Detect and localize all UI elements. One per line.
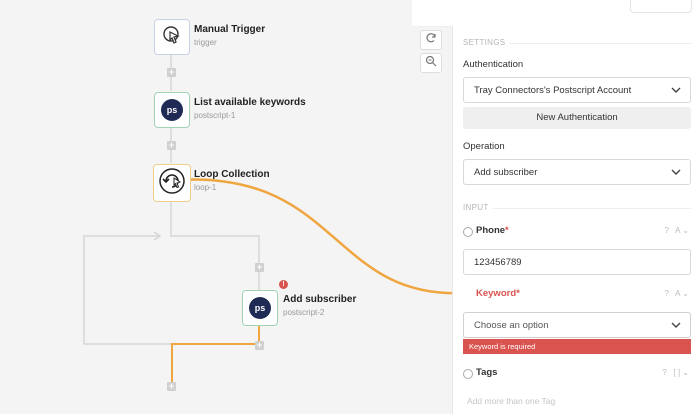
step-title: List available keywords: [194, 97, 306, 108]
phone-field-tools[interactable]: ? A ⌄: [664, 226, 689, 235]
keyword-error: Keyword is required: [463, 339, 691, 354]
add-step-plus[interactable]: +: [167, 382, 176, 391]
type-selector[interactable]: A: [675, 226, 680, 235]
authentication-label: Authentication: [463, 59, 524, 70]
chevron-down-icon: ⌄: [682, 226, 689, 235]
step-subtitle: postscript-1: [194, 111, 236, 120]
keyword-field-tools[interactable]: ? A ⌄: [664, 289, 689, 298]
step-subtitle: postscript-2: [283, 308, 325, 317]
workflow-canvas[interactable]: Manual Trigger trigger + ps List availab…: [0, 0, 471, 414]
operation-select[interactable]: Add subscriber: [463, 159, 691, 185]
required-marker: *: [505, 225, 509, 236]
type-selector[interactable]: A: [675, 289, 680, 298]
keyword-label: Keyword*: [476, 288, 520, 299]
chevron-down-icon: [670, 318, 682, 337]
phone-input[interactable]: 123456789: [463, 249, 691, 275]
type-selector[interactable]: [ ]: [673, 368, 680, 377]
step-manual-trigger[interactable]: [154, 19, 190, 55]
phone-value: 123456789: [474, 257, 522, 268]
step-title: Manual Trigger: [194, 24, 266, 35]
input-heading: INPUT: [463, 203, 489, 212]
phone-radio[interactable]: [463, 227, 473, 237]
keyword-select[interactable]: Choose an option: [463, 312, 691, 338]
chevron-down-icon: ⌄: [682, 289, 689, 298]
authentication-select[interactable]: Tray Connectors's Postscript Account: [463, 77, 691, 103]
phone-label-text: Phone: [476, 225, 506, 236]
required-marker: *: [516, 288, 520, 299]
add-step-plus[interactable]: +: [167, 68, 176, 77]
add-step-plus[interactable]: +: [255, 341, 264, 350]
step-loop-collection[interactable]: [153, 164, 191, 202]
tags-label: Tags: [476, 367, 498, 378]
step-title: Loop Collection: [194, 169, 270, 180]
phone-label: Phone*: [476, 225, 509, 236]
tags-hint: Add more than one Tag: [467, 396, 556, 406]
help-icon: ?: [664, 289, 669, 298]
step-subtitle: trigger: [194, 38, 217, 47]
top-control[interactable]: [630, 0, 692, 13]
zoom-button[interactable]: [420, 53, 442, 73]
zoom-icon: [425, 54, 437, 72]
top-bar: [412, 0, 700, 27]
refresh-icon: [425, 31, 437, 49]
postscript-logo-icon: ps: [249, 297, 271, 319]
tags-radio[interactable]: [463, 369, 473, 379]
help-icon: ?: [662, 368, 667, 377]
chevron-down-icon: ⌄: [682, 368, 689, 377]
step-add-subscriber[interactable]: ps: [242, 290, 278, 326]
operation-value: Add subscriber: [474, 167, 538, 178]
tags-field-tools[interactable]: ? [ ] ⌄: [662, 368, 689, 377]
authentication-value: Tray Connectors's Postscript Account: [474, 85, 632, 96]
step-list-keywords[interactable]: ps: [154, 92, 190, 128]
keyword-label-text: Keyword: [476, 288, 517, 299]
step-title: Add subscriber: [283, 294, 357, 305]
cursor-icon: [161, 24, 183, 51]
divider: [493, 208, 691, 209]
settings-heading: SETTINGS: [463, 38, 506, 47]
refresh-button[interactable]: [420, 30, 442, 50]
help-icon: ?: [664, 226, 669, 235]
add-step-plus[interactable]: +: [167, 141, 176, 150]
new-authentication-button[interactable]: New Authentication: [463, 107, 691, 129]
operation-label: Operation: [463, 141, 505, 152]
keyword-placeholder: Choose an option: [474, 320, 549, 331]
chevron-down-icon: [670, 165, 682, 184]
loop-icon: [158, 167, 186, 200]
postscript-logo-icon: ps: [161, 99, 183, 121]
error-badge: !: [279, 280, 288, 289]
add-step-plus[interactable]: +: [255, 263, 264, 272]
properties-panel: SETTINGS Authentication Tray Connectors'…: [452, 26, 700, 414]
chevron-down-icon: [670, 83, 682, 102]
divider: [509, 43, 691, 44]
step-subtitle: loop-1: [194, 183, 217, 192]
